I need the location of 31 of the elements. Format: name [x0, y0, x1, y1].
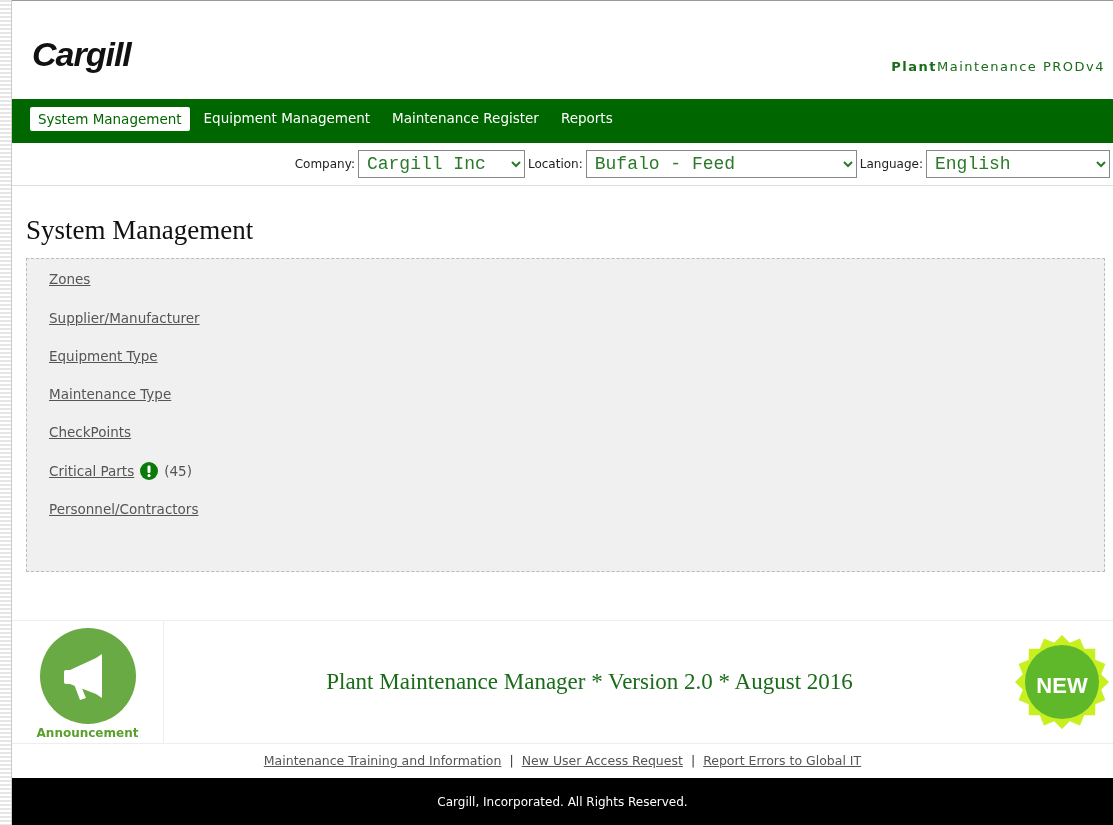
filter-label: Company: — [294, 156, 355, 173]
megaphone-icon[interactable] — [39, 628, 136, 725]
menu-link[interactable]: Maintenance Type — [49, 384, 172, 405]
filter-label: Location: — [527, 156, 583, 173]
announcement-message: Plant Maintenance Manager * Version 2.0 * August 2016 — [325, 668, 854, 697]
menu-link[interactable]: Zones — [49, 269, 91, 290]
announcement-label: Announcement — [36, 725, 139, 743]
footer-link[interactable]: Report Errors to Global IT — [703, 752, 862, 771]
nav-tab[interactable]: Maintenance Register — [384, 106, 547, 131]
footer-link[interactable]: New User Access Request — [521, 752, 683, 771]
link-separator: | — [509, 752, 514, 770]
item-count: (45) — [164, 461, 192, 481]
new-badge: NEW — [1015, 635, 1109, 730]
filter-label: Language: — [859, 156, 923, 173]
filter-select[interactable]: Cargill Inc — [357, 150, 525, 178]
menu-link[interactable]: CheckPoints — [49, 422, 132, 443]
copyright-text: Cargill, Incorporated. All Rights Reserved. — [437, 793, 688, 811]
nav-tab[interactable]: Equipment Management — [195, 106, 379, 131]
app-name: PlantMaintenance PRODv4 — [891, 58, 1105, 76]
menu-link[interactable]: Equipment Type — [49, 345, 158, 367]
nav-tab[interactable]: System Management — [30, 107, 190, 132]
filter-select[interactable]: Bufalo - Feed — [585, 150, 857, 178]
logo: Cargill — [32, 37, 131, 71]
page-title: System Management — [26, 214, 255, 247]
filter-select[interactable]: English — [926, 150, 1110, 178]
menu-link[interactable]: Supplier/Manufacturer — [49, 307, 200, 328]
menu-link[interactable]: Personnel/Contractors — [49, 498, 199, 520]
nav-tab[interactable]: Reports — [552, 106, 621, 131]
menu-link[interactable]: Critical Parts — [49, 460, 135, 481]
footer-link[interactable]: Maintenance Training and Information — [263, 752, 502, 771]
link-separator: | — [690, 752, 696, 770]
